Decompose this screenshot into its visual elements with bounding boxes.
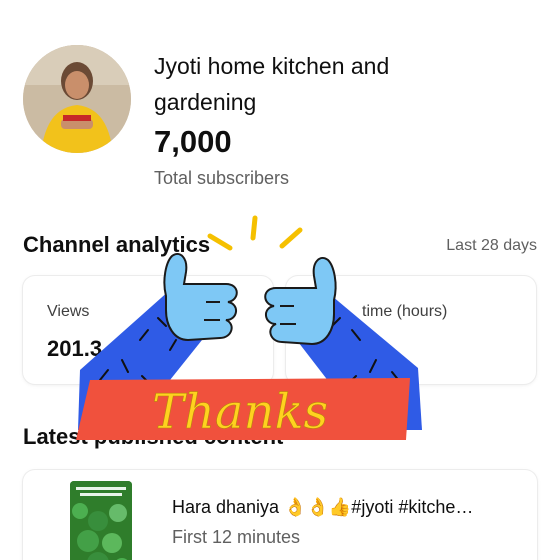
subscriber-count: 7,000 bbox=[154, 124, 232, 159]
right-thumbs-up bbox=[264, 257, 337, 346]
sparkle-rays bbox=[207, 215, 303, 251]
thumbnail-image bbox=[70, 481, 132, 560]
avatar-image bbox=[23, 45, 131, 153]
channel-dashboard: Jyoti home kitchen and gardening 7,000 T… bbox=[0, 0, 560, 560]
analytics-range[interactable]: Last 28 days bbox=[446, 237, 537, 255]
left-thumbs-up bbox=[163, 253, 238, 342]
video-thumbnail[interactable] bbox=[70, 481, 132, 560]
thanks-sticker: Thanks bbox=[76, 215, 422, 440]
thanks-text: Thanks bbox=[152, 384, 328, 440]
video-subtitle: First 12 minutes bbox=[172, 527, 301, 547]
video-title: Hara dhaniya 👌👌👍#jyoti #kitche… bbox=[172, 497, 474, 517]
channel-avatar[interactable] bbox=[23, 45, 131, 153]
channel-name: Jyoti home kitchen and gardening bbox=[154, 53, 390, 115]
latest-video-card[interactable]: Hara dhaniya 👌👌👍#jyoti #kitche… First 12… bbox=[23, 470, 537, 560]
subscriber-label: Total subscribers bbox=[154, 168, 290, 188]
